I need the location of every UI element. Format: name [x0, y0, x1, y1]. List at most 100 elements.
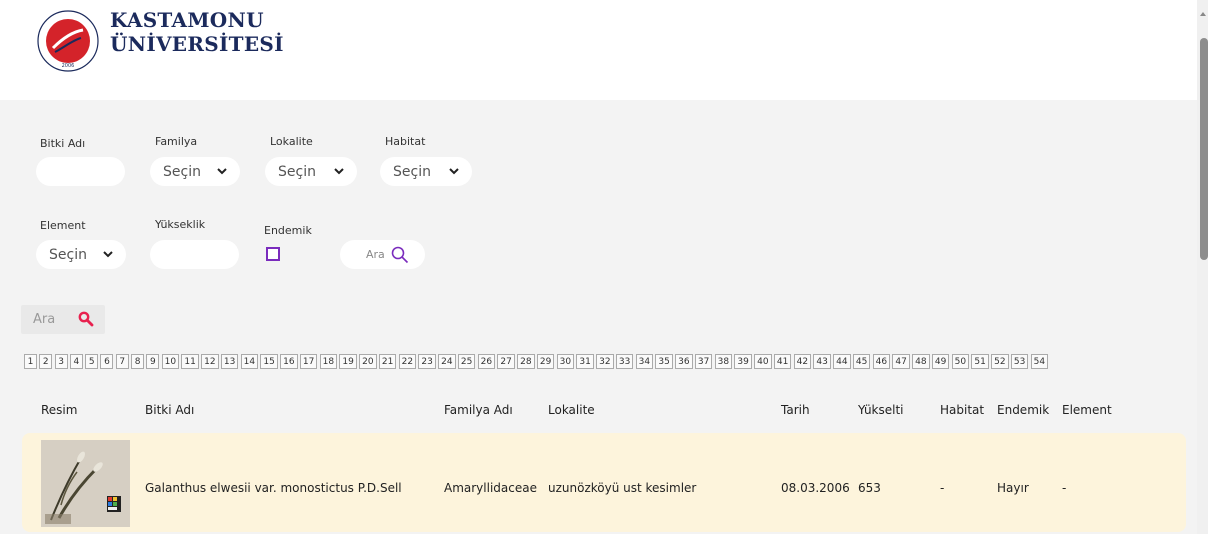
page: 2006 KASTAMONU ÜNİVERSİTESİ Bitki Adı Fa… [0, 0, 1208, 534]
cell-endemik: Hayır [997, 481, 1029, 495]
page-button[interactable]: 35 [655, 354, 673, 369]
page-button[interactable]: 52 [991, 354, 1009, 369]
column-header-bitki-adi: Bitki Adı [145, 403, 195, 417]
column-header-endemik: Endemik [997, 403, 1050, 417]
page-button[interactable]: 49 [931, 354, 950, 369]
page-button[interactable]: 27 [497, 354, 515, 369]
page-button[interactable]: 25 [457, 354, 476, 369]
ara-button-label: Ara [366, 248, 385, 261]
page-button[interactable]: 4 [69, 354, 83, 369]
column-header-habitat: Habitat [940, 403, 985, 417]
cell-bitki-adi[interactable]: Galanthus elwesii var. monostictus P.D.S… [145, 481, 402, 495]
pagination: 1 2 3 4 5 6 7 8 9 10 11 12 13 14 15 16 17 18 19 20 21 22 23 24 2… [24, 354, 1050, 371]
page-button[interactable]: 41 [773, 354, 792, 369]
cell-lokalite: uzunözköyü ust kesimler [548, 481, 697, 495]
cell-element: - [1062, 481, 1067, 495]
page-button[interactable]: 34 [635, 354, 654, 369]
page-button[interactable]: 48 [912, 354, 930, 369]
search-icon [78, 311, 94, 327]
element-select-value: Seçin [49, 246, 87, 263]
page-button[interactable]: 26 [477, 354, 496, 369]
page-button[interactable]: 1 [24, 354, 37, 369]
endemik-checkbox[interactable] [266, 247, 280, 261]
familya-select-value: Seçin [163, 163, 201, 180]
familya-label: Familya [155, 135, 198, 148]
habitat-select[interactable]: Seçin [380, 157, 472, 186]
page-button[interactable]: 8 [131, 354, 145, 369]
column-header-resim: Resim [41, 403, 78, 417]
page-button[interactable]: 17 [299, 354, 318, 369]
page-button[interactable]: 5 [85, 354, 99, 369]
scroll-up-arrow-icon[interactable] [1200, 12, 1206, 16]
page-button[interactable]: 40 [754, 354, 772, 369]
site-header: 2006 KASTAMONU ÜNİVERSİTESİ [0, 0, 1197, 100]
ara-button[interactable]: Ara [340, 240, 425, 269]
plant-image[interactable] [41, 440, 130, 527]
page-button[interactable]: 13 [220, 354, 239, 369]
bitki-adi-input[interactable] [36, 157, 125, 186]
chevron-down-icon [334, 168, 344, 175]
page-button[interactable]: 33 [615, 354, 634, 369]
element-select[interactable]: Seçin [36, 240, 126, 269]
cell-habitat: - [940, 481, 945, 495]
chevron-down-icon [449, 168, 459, 175]
habitat-select-value: Seçin [393, 163, 431, 180]
page-button[interactable]: 12 [201, 354, 219, 369]
cell-familya-adi: Amaryllidaceae [444, 481, 537, 495]
page-button[interactable]: 42 [793, 354, 812, 369]
page-button[interactable]: 31 [576, 354, 594, 369]
bitki-adi-label: Bitki Adı [40, 137, 86, 150]
column-header-tarih: Tarih [781, 403, 810, 417]
table-search-input[interactable]: Ara [21, 305, 105, 334]
familya-select[interactable]: Seçin [150, 157, 240, 186]
page-button[interactable]: 45 [852, 354, 871, 369]
page-button[interactable]: 30 [556, 354, 575, 369]
page-button[interactable]: 9 [146, 354, 160, 369]
page-button[interactable]: 36 [675, 354, 693, 369]
page-button[interactable]: 28 [517, 354, 535, 369]
yukseklik-input[interactable] [150, 240, 239, 269]
page-button[interactable]: 20 [359, 354, 377, 369]
page-button[interactable]: 50 [951, 354, 970, 369]
scrollbar-thumb[interactable] [1200, 38, 1208, 260]
page-button[interactable]: 14 [240, 354, 259, 369]
search-placeholder: Ara [33, 312, 56, 327]
cell-tarih: 08.03.2006 [781, 481, 850, 495]
page-button[interactable]: 39 [734, 354, 752, 369]
habitat-label: Habitat [385, 135, 426, 148]
page-button[interactable]: 44 [833, 354, 851, 369]
page-button[interactable]: 46 [872, 354, 891, 369]
page-button[interactable]: 23 [418, 354, 436, 369]
page-button[interactable]: 51 [971, 354, 989, 369]
column-header-element: Element [1062, 403, 1112, 417]
page-button[interactable]: 10 [161, 354, 180, 369]
university-logo[interactable]: 2006 [35, 10, 101, 72]
page-button[interactable]: 24 [438, 354, 456, 369]
page-button[interactable]: 19 [339, 354, 357, 369]
page-button[interactable]: 6 [100, 354, 114, 369]
page-button[interactable]: 29 [536, 354, 555, 369]
lokalite-select[interactable]: Seçin [265, 157, 357, 186]
page-button[interactable]: 21 [378, 354, 397, 369]
page-button[interactable]: 47 [892, 354, 910, 369]
page-button[interactable]: 53 [1010, 354, 1029, 369]
lokalite-select-value: Seçin [278, 163, 316, 180]
page-button[interactable]: 22 [398, 354, 417, 369]
page-button[interactable]: 15 [260, 354, 278, 369]
page-button[interactable]: 11 [181, 354, 199, 369]
page-button[interactable]: 43 [813, 354, 831, 369]
page-button[interactable]: 54 [1030, 354, 1049, 369]
lokalite-label: Lokalite [270, 135, 313, 148]
page-button[interactable]: 38 [714, 354, 733, 369]
page-button[interactable]: 32 [596, 354, 614, 369]
brand-name[interactable]: KASTAMONU ÜNİVERSİTESİ [110, 8, 284, 56]
specimen-image [41, 440, 130, 527]
page-button[interactable]: 7 [115, 354, 129, 369]
chevron-down-icon [217, 168, 227, 175]
page-button[interactable]: 3 [54, 354, 68, 369]
page-button[interactable]: 2 [39, 354, 53, 369]
column-header-familya-adi: Familya Adı [444, 403, 513, 417]
page-button[interactable]: 16 [280, 354, 298, 369]
page-button[interactable]: 37 [694, 354, 713, 369]
page-button[interactable]: 18 [319, 354, 338, 369]
